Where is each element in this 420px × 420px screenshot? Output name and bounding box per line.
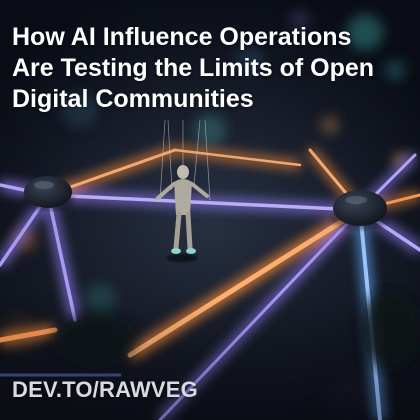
source-label: DEV.TO/RAWVEG bbox=[12, 377, 198, 402]
article-title: How AI Influence Operations Are Testing … bbox=[12, 23, 375, 113]
article-card[interactable]: How AI Influence Operations Are Testing … bbox=[0, 0, 420, 420]
